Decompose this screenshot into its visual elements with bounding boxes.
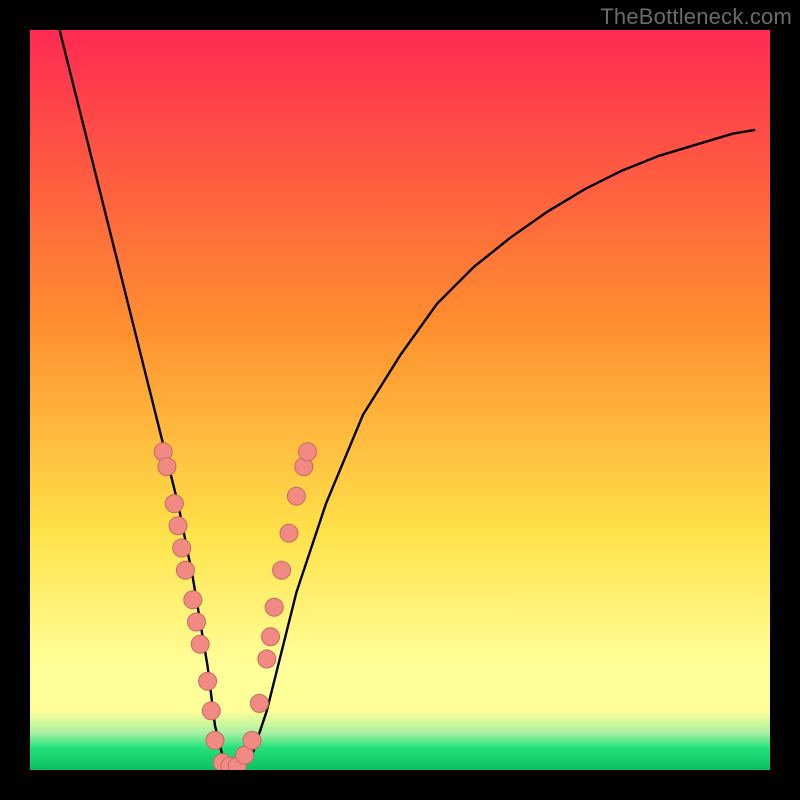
- data-point: [191, 635, 209, 653]
- data-point: [158, 458, 176, 476]
- plot-frame: [30, 30, 770, 770]
- data-point: [173, 539, 191, 557]
- data-point: [199, 672, 217, 690]
- data-point: [165, 495, 183, 513]
- data-point: [243, 731, 261, 749]
- data-point: [184, 591, 202, 609]
- data-point: [258, 650, 276, 668]
- data-point: [188, 613, 206, 631]
- data-point: [206, 731, 224, 749]
- data-point: [202, 702, 220, 720]
- data-point: [273, 561, 291, 579]
- data-point: [169, 517, 187, 535]
- data-point: [287, 487, 305, 505]
- data-point: [265, 598, 283, 616]
- bottleneck-curve: [60, 30, 756, 770]
- data-point: [299, 443, 317, 461]
- data-point: [176, 561, 194, 579]
- data-point: [280, 524, 298, 542]
- curve-overlay: [30, 30, 770, 770]
- chart-container: TheBottleneck.com: [0, 0, 800, 800]
- data-point: [250, 694, 268, 712]
- data-point: [262, 628, 280, 646]
- attribution-text: TheBottleneck.com: [600, 4, 792, 30]
